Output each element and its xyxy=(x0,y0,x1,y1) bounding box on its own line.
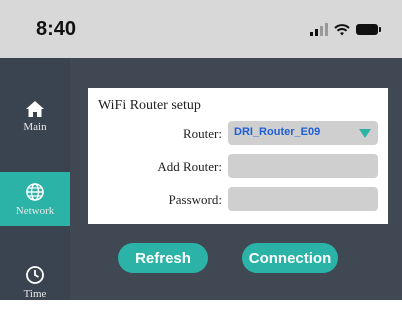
add-router-field[interactable] xyxy=(228,154,378,178)
battery-icon xyxy=(356,23,381,35)
password-field[interactable] xyxy=(228,187,378,211)
router-select[interactable]: DRI_Router_E09 xyxy=(228,121,378,145)
wifi-setup-panel: WiFi Router setup Router: DRI_Router_E09… xyxy=(88,88,388,224)
password-label: Password: xyxy=(168,192,222,207)
panel-title: WiFi Router setup xyxy=(98,98,201,113)
sidebar-item-label: Network xyxy=(15,204,55,217)
status-time: 8:40 xyxy=(36,18,77,40)
router-select-value: DRI_Router_E09 xyxy=(234,126,321,138)
home-icon xyxy=(26,100,44,117)
main-content: WiFi Router setup Router: DRI_Router_E09… xyxy=(70,58,402,300)
router-label: Router: xyxy=(183,126,222,141)
wifi-icon xyxy=(334,23,350,35)
cellular-signal-icon xyxy=(310,22,328,36)
sidebar-item-time[interactable]: Time xyxy=(0,254,70,310)
clock-icon xyxy=(26,265,44,284)
refresh-button[interactable]: Refresh xyxy=(118,243,208,273)
globe-icon xyxy=(26,182,44,201)
sidebar-item-main[interactable]: Main xyxy=(0,88,70,144)
sidebar: Main Network Time xyxy=(0,58,70,300)
dropdown-arrow-icon xyxy=(359,129,371,138)
status-bar: 8:40 xyxy=(0,0,402,58)
add-router-label: Add Router: xyxy=(157,159,222,174)
sidebar-item-network[interactable]: Network xyxy=(0,172,70,226)
sidebar-item-label: Main xyxy=(23,120,47,133)
status-icons xyxy=(310,22,381,36)
connection-button[interactable]: Connection xyxy=(242,243,338,273)
sidebar-item-label: Time xyxy=(23,287,47,300)
